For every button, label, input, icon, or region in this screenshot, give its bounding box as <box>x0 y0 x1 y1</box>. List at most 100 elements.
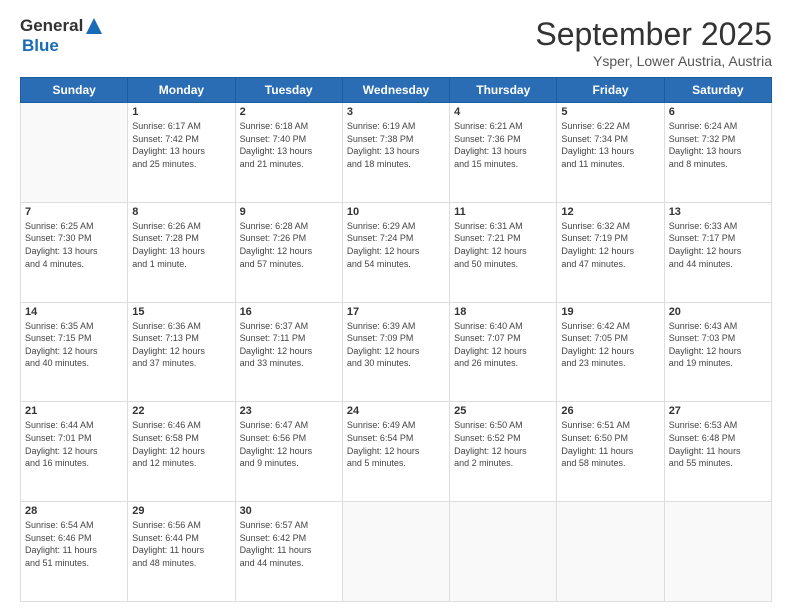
day-header-friday: Friday <box>557 78 664 103</box>
calendar-cell: 30 Sunrise: 6:57 AM Sunset: 6:42 PM Dayli… <box>235 502 342 602</box>
day-number: 16 <box>240 306 338 318</box>
calendar-cell: 15 Sunrise: 6:36 AM Sunset: 7:13 PM Dayli… <box>128 302 235 402</box>
day-number: 10 <box>347 206 445 218</box>
calendar-cell: 27 Sunrise: 6:53 AM Sunset: 6:48 PM Dayli… <box>664 402 771 502</box>
calendar-cell <box>21 103 128 203</box>
week-row-2: 7 Sunrise: 6:25 AM Sunset: 7:30 PM Daylig… <box>21 202 772 302</box>
calendar-cell: 4 Sunrise: 6:21 AM Sunset: 7:36 PM Daylig… <box>450 103 557 203</box>
day-info: Sunrise: 6:40 AM Sunset: 7:07 PM Dayligh… <box>454 320 552 370</box>
logo: General Blue <box>20 16 105 56</box>
calendar-cell: 17 Sunrise: 6:39 AM Sunset: 7:09 PM Dayli… <box>342 302 449 402</box>
logo-blue-text: Blue <box>22 36 59 55</box>
location-subtitle: Ysper, Lower Austria, Austria <box>535 53 772 69</box>
day-header-wednesday: Wednesday <box>342 78 449 103</box>
calendar-cell: 11 Sunrise: 6:31 AM Sunset: 7:21 PM Dayli… <box>450 202 557 302</box>
calendar-cell: 5 Sunrise: 6:22 AM Sunset: 7:34 PM Daylig… <box>557 103 664 203</box>
day-info: Sunrise: 6:25 AM Sunset: 7:30 PM Dayligh… <box>25 220 123 270</box>
day-number: 27 <box>669 405 767 417</box>
week-row-5: 28 Sunrise: 6:54 AM Sunset: 6:46 PM Dayli… <box>21 502 772 602</box>
day-header-tuesday: Tuesday <box>235 78 342 103</box>
day-info: Sunrise: 6:24 AM Sunset: 7:32 PM Dayligh… <box>669 120 767 170</box>
day-info: Sunrise: 6:54 AM Sunset: 6:46 PM Dayligh… <box>25 519 123 569</box>
day-info: Sunrise: 6:19 AM Sunset: 7:38 PM Dayligh… <box>347 120 445 170</box>
calendar-cell: 2 Sunrise: 6:18 AM Sunset: 7:40 PM Daylig… <box>235 103 342 203</box>
day-info: Sunrise: 6:28 AM Sunset: 7:26 PM Dayligh… <box>240 220 338 270</box>
month-title: September 2025 <box>535 16 772 53</box>
day-number: 4 <box>454 106 552 118</box>
calendar-cell: 1Sunrise: 6:17 AM Sunset: 7:42 PM Daylig… <box>128 103 235 203</box>
calendar-cell <box>342 502 449 602</box>
day-number: 22 <box>132 405 230 417</box>
calendar-cell: 18 Sunrise: 6:40 AM Sunset: 7:07 PM Dayli… <box>450 302 557 402</box>
calendar-cell: 19 Sunrise: 6:42 AM Sunset: 7:05 PM Dayli… <box>557 302 664 402</box>
day-info: Sunrise: 6:22 AM Sunset: 7:34 PM Dayligh… <box>561 120 659 170</box>
day-number: 25 <box>454 405 552 417</box>
calendar-cell: 23 Sunrise: 6:47 AM Sunset: 6:56 PM Dayli… <box>235 402 342 502</box>
day-number: 29 <box>132 505 230 517</box>
calendar-cell: 29Sunrise: 6:56 AM Sunset: 6:44 PM Dayli… <box>128 502 235 602</box>
day-number: 21 <box>25 405 123 417</box>
day-number: 7 <box>25 206 123 218</box>
day-number: 15 <box>132 306 230 318</box>
day-number: 28 <box>25 505 123 517</box>
day-number: 14 <box>25 306 123 318</box>
calendar-cell: 14 Sunrise: 6:35 AM Sunset: 7:15 PM Dayli… <box>21 302 128 402</box>
day-info: Sunrise: 6:21 AM Sunset: 7:36 PM Dayligh… <box>454 120 552 170</box>
day-header-sunday: Sunday <box>21 78 128 103</box>
calendar-cell: 26 Sunrise: 6:51 AM Sunset: 6:50 PM Dayli… <box>557 402 664 502</box>
calendar-cell: 10 Sunrise: 6:29 AM Sunset: 7:24 PM Dayli… <box>342 202 449 302</box>
day-info: Sunrise: 6:47 AM Sunset: 6:56 PM Dayligh… <box>240 419 338 469</box>
day-number: 5 <box>561 106 659 118</box>
day-number: 3 <box>347 106 445 118</box>
logo-general-text: General <box>20 16 83 36</box>
day-info: Sunrise: 6:51 AM Sunset: 6:50 PM Dayligh… <box>561 419 659 469</box>
day-info: Sunrise: 6:57 AM Sunset: 6:42 PM Dayligh… <box>240 519 338 569</box>
day-number: 11 <box>454 206 552 218</box>
calendar-cell: 6 Sunrise: 6:24 AM Sunset: 7:32 PM Daylig… <box>664 103 771 203</box>
day-number: 8 <box>132 206 230 218</box>
day-header-saturday: Saturday <box>664 78 771 103</box>
day-number: 23 <box>240 405 338 417</box>
day-info: Sunrise: 6:49 AM Sunset: 6:54 PM Dayligh… <box>347 419 445 469</box>
day-info: Sunrise: 6:37 AM Sunset: 7:11 PM Dayligh… <box>240 320 338 370</box>
day-info: Sunrise: 6:31 AM Sunset: 7:21 PM Dayligh… <box>454 220 552 270</box>
calendar-cell <box>450 502 557 602</box>
day-number: 19 <box>561 306 659 318</box>
day-info: Sunrise: 6:17 AM Sunset: 7:42 PM Dayligh… <box>132 120 230 170</box>
day-number: 6 <box>669 106 767 118</box>
day-info: Sunrise: 6:26 AM Sunset: 7:28 PM Dayligh… <box>132 220 230 270</box>
day-info: Sunrise: 6:53 AM Sunset: 6:48 PM Dayligh… <box>669 419 767 469</box>
calendar-cell: 25 Sunrise: 6:50 AM Sunset: 6:52 PM Dayli… <box>450 402 557 502</box>
calendar-body: 1Sunrise: 6:17 AM Sunset: 7:42 PM Daylig… <box>21 103 772 602</box>
day-number: 17 <box>347 306 445 318</box>
calendar-cell: 7 Sunrise: 6:25 AM Sunset: 7:30 PM Daylig… <box>21 202 128 302</box>
day-number: 26 <box>561 405 659 417</box>
calendar-cell: 21Sunrise: 6:44 AM Sunset: 7:01 PM Dayli… <box>21 402 128 502</box>
day-info: Sunrise: 6:42 AM Sunset: 7:05 PM Dayligh… <box>561 320 659 370</box>
calendar-cell: 13 Sunrise: 6:33 AM Sunset: 7:17 PM Dayli… <box>664 202 771 302</box>
day-info: Sunrise: 6:39 AM Sunset: 7:09 PM Dayligh… <box>347 320 445 370</box>
calendar-cell: 8 Sunrise: 6:26 AM Sunset: 7:28 PM Daylig… <box>128 202 235 302</box>
calendar-cell <box>664 502 771 602</box>
week-row-3: 14 Sunrise: 6:35 AM Sunset: 7:15 PM Dayli… <box>21 302 772 402</box>
week-row-4: 21Sunrise: 6:44 AM Sunset: 7:01 PM Dayli… <box>21 402 772 502</box>
day-number: 24 <box>347 405 445 417</box>
calendar-cell: 20Sunrise: 6:43 AM Sunset: 7:03 PM Dayli… <box>664 302 771 402</box>
day-number: 2 <box>240 106 338 118</box>
day-number: 12 <box>561 206 659 218</box>
day-number: 13 <box>669 206 767 218</box>
day-info: Sunrise: 6:18 AM Sunset: 7:40 PM Dayligh… <box>240 120 338 170</box>
calendar-cell: 28 Sunrise: 6:54 AM Sunset: 6:46 PM Dayli… <box>21 502 128 602</box>
day-info: Sunrise: 6:43 AM Sunset: 7:03 PM Dayligh… <box>669 320 767 370</box>
day-info: Sunrise: 6:33 AM Sunset: 7:17 PM Dayligh… <box>669 220 767 270</box>
day-info: Sunrise: 6:35 AM Sunset: 7:15 PM Dayligh… <box>25 320 123 370</box>
day-number: 30 <box>240 505 338 517</box>
day-header-monday: Monday <box>128 78 235 103</box>
calendar-cell: 16 Sunrise: 6:37 AM Sunset: 7:11 PM Dayli… <box>235 302 342 402</box>
day-info: Sunrise: 6:29 AM Sunset: 7:24 PM Dayligh… <box>347 220 445 270</box>
day-info: Sunrise: 6:50 AM Sunset: 6:52 PM Dayligh… <box>454 419 552 469</box>
day-number: 18 <box>454 306 552 318</box>
title-area: September 2025 Ysper, Lower Austria, Aus… <box>535 16 772 69</box>
calendar-cell: 9Sunrise: 6:28 AM Sunset: 7:26 PM Daylig… <box>235 202 342 302</box>
day-info: Sunrise: 6:36 AM Sunset: 7:13 PM Dayligh… <box>132 320 230 370</box>
